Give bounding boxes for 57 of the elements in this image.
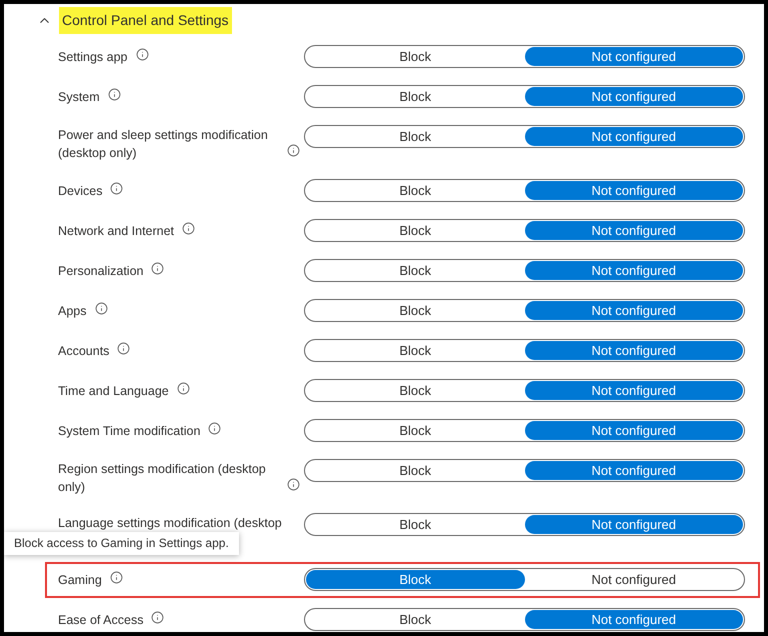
setting-label: System	[58, 89, 100, 106]
toggle-option[interactable]: Block	[306, 515, 524, 534]
info-icon[interactable]	[110, 571, 123, 584]
info-icon[interactable]	[182, 222, 196, 235]
setting-label: Personalization	[58, 263, 144, 280]
toggle-option[interactable]: Not configured	[524, 381, 743, 400]
section-title[interactable]: Control Panel and Settings	[59, 7, 232, 34]
toggle-option[interactable]: Block	[306, 570, 524, 589]
info-icon[interactable]	[110, 182, 124, 195]
toggle-option[interactable]: Block	[306, 261, 524, 280]
toggle-option[interactable]: Not configured	[524, 127, 743, 146]
toggle-option[interactable]: Block	[306, 87, 524, 106]
toggle-option[interactable]: Block	[306, 381, 524, 400]
toggle-option[interactable]: Not configured	[524, 461, 743, 480]
setting-label: Accounts	[58, 343, 110, 360]
toggle-option[interactable]: Block	[306, 421, 524, 440]
toggle-option[interactable]: Block	[306, 610, 524, 629]
setting-label: Apps	[58, 303, 86, 320]
info-icon[interactable]	[151, 262, 164, 275]
toggle-option[interactable]: Not configured	[524, 570, 743, 589]
toggle-option[interactable]: Not configured	[524, 47, 743, 66]
setting-label: Time and Language	[58, 383, 169, 400]
info-icon[interactable]	[287, 478, 300, 491]
toggle-option[interactable]: Block	[306, 461, 524, 480]
info-icon[interactable]	[208, 422, 222, 435]
toggle-option[interactable]: Not configured	[524, 221, 743, 240]
toggle-option[interactable]: Not configured	[524, 87, 743, 106]
toggle-option[interactable]: Not configured	[524, 421, 743, 440]
setting-label: Network and Internet	[58, 223, 174, 240]
toggle-option[interactable]: Block	[306, 341, 524, 360]
toggle-option[interactable]: Block	[306, 181, 524, 200]
info-icon[interactable]	[117, 342, 130, 355]
info-icon[interactable]	[176, 382, 190, 395]
toggle-option[interactable]: Block	[306, 127, 524, 146]
toggle-option[interactable]: Not configured	[524, 610, 743, 629]
toggle-option[interactable]: Not configured	[524, 341, 743, 360]
toggle-option[interactable]: Not configured	[524, 301, 743, 320]
info-icon[interactable]	[287, 144, 300, 157]
setting-label: Gaming	[58, 572, 102, 589]
info-icon[interactable]	[151, 611, 164, 624]
info-icon[interactable]	[94, 302, 108, 315]
toggle-option[interactable]: Block	[306, 221, 524, 240]
tooltip: Block access to Gaming in Settings app.	[4, 532, 239, 555]
toggle-option[interactable]: Block	[306, 47, 524, 66]
setting-label: Ease of Access	[58, 612, 144, 629]
setting-label: Settings app	[58, 49, 128, 66]
toggle-option[interactable]: Block	[306, 301, 524, 320]
setting-label: System Time modification	[58, 423, 200, 440]
toggle-option[interactable]: Not configured	[524, 515, 743, 534]
info-icon[interactable]	[136, 48, 148, 61]
toggle-option[interactable]: Not configured	[524, 261, 743, 280]
setting-label: Language settings modification (desktop	[58, 515, 282, 532]
info-icon[interactable]	[108, 88, 121, 101]
setting-label: Devices	[58, 183, 102, 200]
setting-label: Power and sleep settings modification (desktop only)	[58, 127, 269, 162]
toggle-option[interactable]: Not configured	[524, 181, 743, 200]
setting-label: Region settings modification (desktop only)	[58, 461, 267, 496]
